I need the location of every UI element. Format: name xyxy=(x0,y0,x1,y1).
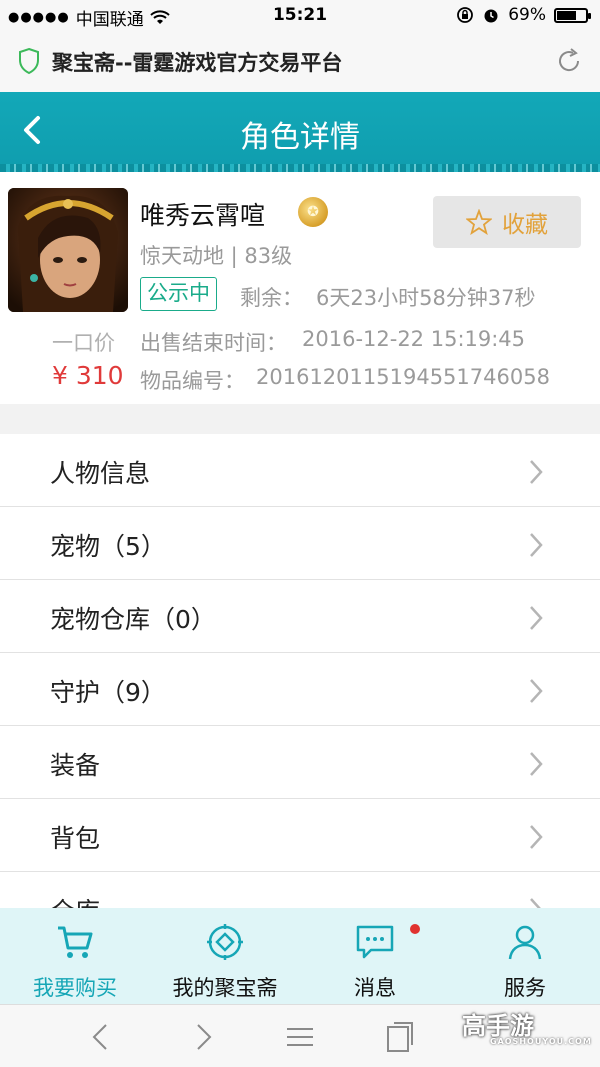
character-portrait-image xyxy=(8,188,128,312)
browser-address-bar: 聚宝斋--雷霆游戏官方交易平台 xyxy=(0,32,600,92)
menu-item-backpack[interactable]: 背包 xyxy=(0,799,600,872)
browser-forward-icon[interactable] xyxy=(186,1021,218,1053)
product-card: 唯秀云霄喧 ✪ 收藏 惊天动地 | 83级 公示中 剩余： 6天23小时58分钟… xyxy=(0,172,600,404)
browser-menu-icon[interactable] xyxy=(284,1021,316,1053)
menu-item-label: 宠物仓库（0） xyxy=(50,605,216,634)
favorite-label: 收藏 xyxy=(502,212,548,238)
detail-menu: 人物信息 宠物（5） 宠物仓库（0） 守护（9） 装备 背包 仓库 xyxy=(0,434,600,934)
battery-icon xyxy=(554,7,591,23)
server-level: 惊天动地 | 83级 xyxy=(140,244,293,268)
buyout-label: 一口价 xyxy=(52,331,115,355)
menu-item-equipment[interactable]: 装备 xyxy=(0,726,600,799)
item-id-label: 物品编号： xyxy=(140,369,245,393)
tab-service[interactable]: 服务 xyxy=(450,908,600,1004)
battery-percent: 69% xyxy=(508,5,546,25)
header-border-pattern xyxy=(0,164,600,172)
status-right: 69% xyxy=(456,5,591,25)
tab-my-treasure[interactable]: 我的聚宝斋 xyxy=(150,908,300,1004)
tab-label: 服务 xyxy=(504,976,546,1000)
menu-item-label: 人物信息 xyxy=(50,459,151,488)
menu-item-pets[interactable]: 宠物（5） xyxy=(0,507,600,580)
cart-icon xyxy=(58,926,93,958)
end-time-label: 出售结束时间： xyxy=(140,331,287,355)
chevron-right-icon xyxy=(530,460,543,484)
rotation-lock-icon xyxy=(457,7,474,23)
bottom-tab-bar: 我要购买 我的聚宝斋 消息 服务 xyxy=(0,908,600,1004)
character-avatar[interactable] xyxy=(8,188,128,312)
menu-item-label: 装备 xyxy=(50,751,101,780)
status-bar: ●●●●● 中国联通 15:21 69% xyxy=(0,0,600,32)
end-time-value: 2016-12-22 15:19:45 xyxy=(302,327,526,351)
notification-dot xyxy=(410,924,420,934)
menu-item-label: 守护（9） xyxy=(50,678,166,707)
shield-icon xyxy=(19,47,39,75)
browser-tabs-icon[interactable] xyxy=(384,1021,416,1053)
chevron-right-icon xyxy=(530,752,543,776)
menu-item-label: 背包 xyxy=(50,824,101,853)
app-header: 角色详情 xyxy=(0,92,600,172)
tab-buy[interactable]: 我要购买 xyxy=(0,908,150,1004)
watermark-subtext: GAOSHOUYOU.COM xyxy=(490,1037,592,1046)
battery-fill xyxy=(557,10,577,20)
watermark: 高手游 GAOSHOUYOU.COM xyxy=(462,1006,592,1046)
tab-label: 消息 xyxy=(354,976,396,1000)
menu-item-label: 宠物（5） xyxy=(50,532,166,561)
menu-item-guardians[interactable]: 守护（9） xyxy=(0,653,600,726)
reload-icon[interactable] xyxy=(554,46,584,76)
star-icon xyxy=(466,209,492,235)
tab-messages[interactable]: 消息 xyxy=(300,908,450,1004)
chevron-right-icon xyxy=(530,606,543,630)
menu-item-pet-storage[interactable]: 宠物仓库（0） xyxy=(0,580,600,653)
page-title[interactable]: 聚宝斋--雷霆游戏官方交易平台 xyxy=(52,47,342,77)
character-name: 唯秀云霄喧 xyxy=(140,201,266,230)
tab-label: 我要购买 xyxy=(33,976,117,1000)
header-title: 角色详情 xyxy=(240,120,360,155)
tab-label: 我的聚宝斋 xyxy=(172,976,278,1000)
chevron-right-icon xyxy=(530,533,543,557)
remaining-time: 6天23小时58分钟37秒 xyxy=(316,286,536,310)
chevron-right-icon xyxy=(530,679,543,703)
favorite-button[interactable]: 收藏 xyxy=(433,196,581,248)
gold-coin-icon: ✪ xyxy=(298,197,328,227)
user-icon xyxy=(508,925,542,960)
menu-item-character-info[interactable]: 人物信息 xyxy=(0,434,600,507)
alarm-icon xyxy=(484,9,498,23)
treasure-icon xyxy=(207,924,243,960)
price: ¥ 310 xyxy=(52,361,124,390)
browser-back-icon[interactable] xyxy=(86,1021,118,1053)
chevron-right-icon xyxy=(530,825,543,849)
message-icon xyxy=(356,925,394,959)
remaining-label: 剩余： xyxy=(240,286,303,310)
status-badge: 公示中 xyxy=(140,277,217,311)
item-id-value: 201612011519455174605​8 xyxy=(256,365,550,389)
watermark-text: 高手游 xyxy=(462,1012,534,1040)
